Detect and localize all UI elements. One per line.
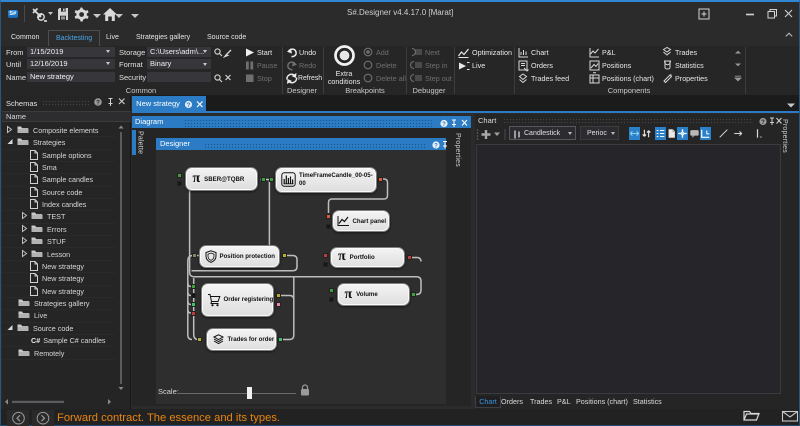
svg-text:?: ? xyxy=(442,122,446,128)
svg-text:?: ? xyxy=(96,99,100,106)
svg-text:?: ? xyxy=(187,103,191,109)
